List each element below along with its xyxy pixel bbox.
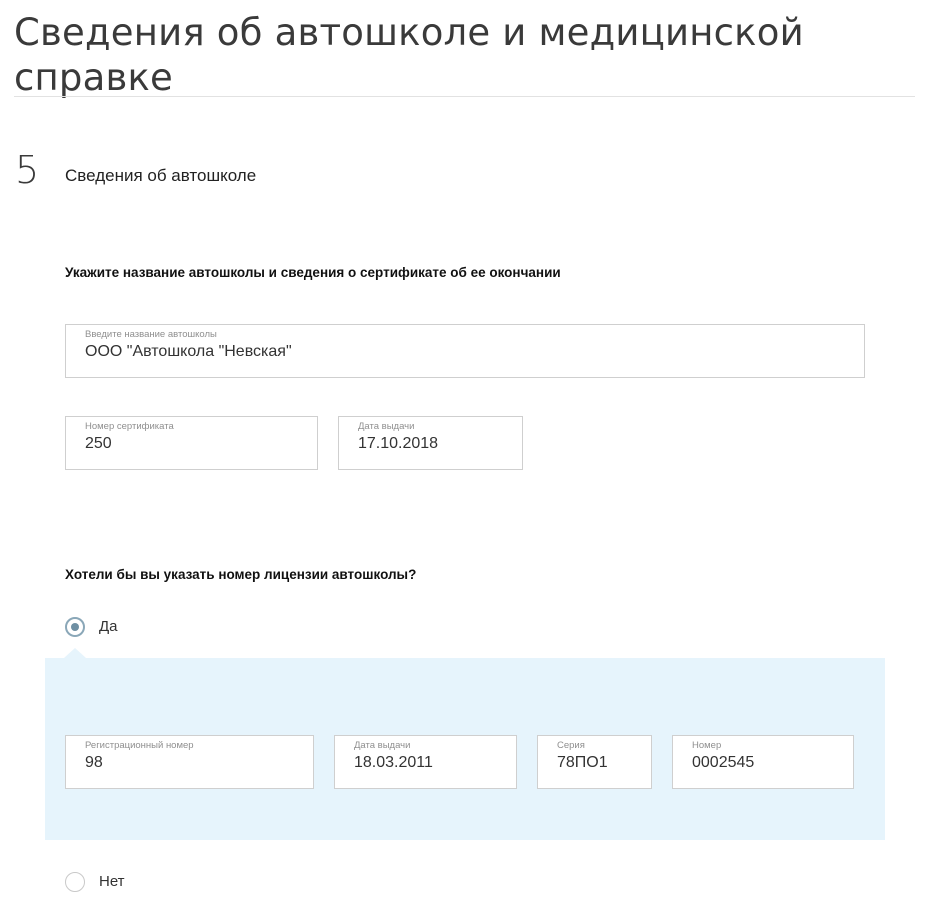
- license-number-label: Номер: [692, 740, 722, 751]
- license-series-value[interactable]: 78ПО1: [557, 753, 608, 773]
- page-title: Сведения об автошколе и медицинской спра…: [14, 11, 804, 99]
- radio-unchecked-icon[interactable]: [65, 872, 85, 892]
- certificate-date-field[interactable]: Дата выдачи 17.10.2018: [338, 416, 523, 470]
- registration-number-field[interactable]: Регистрационный номер 98: [65, 735, 314, 789]
- certificate-number-value[interactable]: 250: [85, 434, 112, 454]
- title-divider: [14, 96, 915, 97]
- step-title: Сведения об автошколе: [65, 166, 257, 185]
- registration-number-label: Регистрационный номер: [85, 740, 194, 751]
- certificate-number-label: Номер сертификата: [85, 421, 174, 432]
- panel-pointer-arrow: [64, 648, 86, 658]
- license-series-field[interactable]: Серия 78ПО1: [537, 735, 652, 789]
- certificate-date-value[interactable]: 17.10.2018: [358, 434, 438, 454]
- license-number-field[interactable]: Номер 0002545: [672, 735, 854, 789]
- certificate-number-field[interactable]: Номер сертификата 250: [65, 416, 318, 470]
- license-date-label: Дата выдачи: [354, 740, 411, 751]
- school-name-value[interactable]: ООО "Автошкола "Невская": [85, 342, 292, 362]
- license-question: Хотели бы вы указать номер лицензии авто…: [65, 567, 417, 582]
- radio-yes-label[interactable]: Да: [99, 618, 118, 636]
- radio-checked-icon[interactable]: [65, 617, 85, 637]
- registration-number-value[interactable]: 98: [85, 753, 103, 773]
- radio-no-label[interactable]: Нет: [99, 873, 125, 891]
- school-question: Укажите название автошколы и сведения о …: [65, 265, 561, 280]
- license-date-field[interactable]: Дата выдачи 18.03.2011: [334, 735, 517, 789]
- certificate-date-label: Дата выдачи: [358, 421, 415, 432]
- school-name-label: Введите название автошколы: [85, 329, 217, 340]
- license-date-value[interactable]: 18.03.2011: [354, 753, 433, 773]
- license-series-label: Серия: [557, 740, 585, 751]
- license-number-value[interactable]: 0002545: [692, 753, 754, 773]
- step-number: 5: [15, 148, 40, 192]
- school-name-field[interactable]: Введите название автошколы ООО "Автошкол…: [65, 324, 865, 378]
